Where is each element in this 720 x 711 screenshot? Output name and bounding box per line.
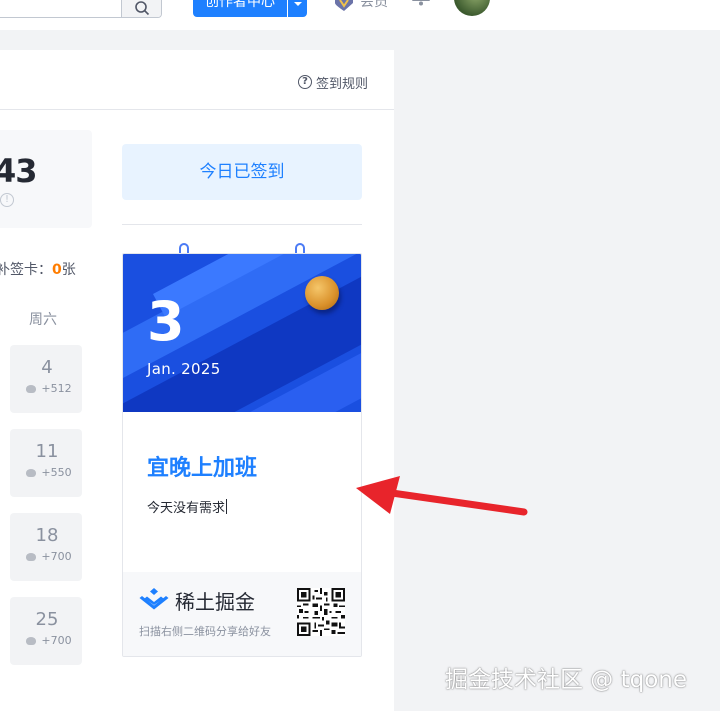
makeup-card-count: 补签卡：0张 — [0, 259, 76, 279]
vip-badge-icon[interactable] — [333, 0, 355, 11]
calendar-day[interactable]: 4 +512 — [10, 345, 82, 413]
calendar-day[interactable]: 11 +550 — [10, 429, 82, 497]
points-value: +512 — [41, 382, 72, 395]
text-caret — [226, 499, 228, 514]
calendar-day-number: 4 — [41, 357, 53, 378]
vip-label[interactable]: 会员 — [360, 0, 388, 11]
question-icon: ? — [298, 75, 312, 89]
fortune-title: 宜晚上加班 — [147, 456, 258, 481]
search-icon — [135, 1, 150, 16]
juejin-logo-icon — [139, 588, 169, 610]
points-value: +700 — [41, 634, 72, 647]
brand-name: 稀土掘金 — [175, 590, 255, 614]
calendar-day-number: 18 — [35, 525, 59, 546]
calendar-day-points: +700 — [16, 550, 82, 563]
card-hero-image: 3 Jan. 2025 — [123, 254, 361, 412]
ore-icon — [26, 636, 37, 645]
makeup-count: 0 — [52, 262, 62, 278]
fortune-text[interactable]: 今天没有需求 — [147, 497, 228, 516]
checkin-rules-label: 签到规则 — [316, 76, 369, 92]
creator-center-button[interactable]: 创作者中心 — [193, 0, 287, 17]
ore-icon — [26, 468, 37, 477]
calendar-day-number: 11 — [35, 441, 59, 462]
card-day: 3 — [147, 290, 185, 353]
calendar-day-points: +550 — [16, 466, 82, 479]
points-value: +700 — [41, 550, 72, 563]
share-hint: 扫描右侧二维码分享给好友 — [139, 625, 271, 638]
search-button[interactable] — [121, 0, 161, 17]
red-arrow-annotation — [356, 476, 528, 516]
calendar-day[interactable]: 25 +700 — [10, 597, 82, 665]
makeup-label: 补签卡： — [0, 262, 52, 278]
daily-fortune-card: 3 Jan. 2025 宜晚上加班 今天没有需求 稀土掘金 扫描右侧二维码分享给… — [122, 253, 362, 657]
watermark: 掘金技术社区 @ tqone — [445, 667, 688, 693]
ore-icon — [26, 552, 37, 561]
card-footer: 稀土掘金 扫描右侧二维码分享给好友 — [123, 572, 361, 656]
calendar-day-points: +512 — [16, 382, 82, 395]
bell-icon[interactable] — [411, 0, 431, 6]
calendar-day[interactable]: 18 +700 — [10, 513, 82, 581]
avatar[interactable] — [454, 0, 490, 16]
points-value: +550 — [41, 466, 72, 479]
calendar-day-number: 25 — [35, 609, 59, 630]
fortune-text-value: 今天没有需求 — [147, 501, 226, 516]
chevron-down-icon[interactable] — [288, 0, 307, 17]
info-icon[interactable]: ! — [0, 193, 14, 207]
search-input[interactable] — [0, 0, 162, 18]
signed-today-button[interactable]: 今日已签到 — [122, 144, 362, 200]
card-month-year: Jan. 2025 — [147, 360, 221, 378]
section-divider — [122, 224, 362, 225]
qr-code — [297, 588, 345, 636]
checkin-rules-link[interactable]: ? 签到规则 — [298, 73, 369, 92]
stat-box: 43 ! — [0, 130, 92, 228]
weekday-header: 周六 — [29, 312, 57, 328]
stat-value: 43 — [0, 152, 38, 190]
checkin-card: ? 签到规则 43 ! 补签卡：0张 周六 4 +512 11 +550 18 … — [0, 50, 394, 711]
top-navigation-bar: 创作者中心 会员 — [0, 0, 720, 30]
ball-illustration — [305, 276, 339, 310]
makeup-unit: 张 — [61, 262, 76, 278]
ore-icon — [26, 384, 37, 393]
header-divider — [0, 109, 394, 110]
calendar-day-points: +700 — [16, 634, 82, 647]
